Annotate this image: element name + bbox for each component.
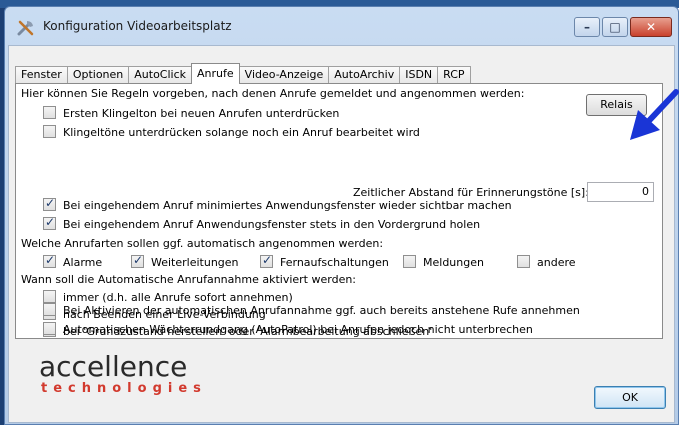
minimize-icon: – xyxy=(584,20,590,34)
checkbox-label: Bei Aktivieren der automatischen Anrufan… xyxy=(63,304,580,317)
checkbox[interactable] xyxy=(403,255,416,268)
checkbox[interactable] xyxy=(43,106,56,119)
checkbox[interactable] xyxy=(43,290,56,303)
tab-rcp[interactable]: RCP xyxy=(437,66,471,84)
close-icon: ✕ xyxy=(645,20,657,34)
tab-video-anzeige[interactable]: Video-Anzeige xyxy=(238,66,330,84)
checkbox-label: Alarme xyxy=(63,256,103,269)
rule-suppress-rings[interactable]: Klingeltöne unterdrücken solange noch ei… xyxy=(43,125,420,139)
maximize-button[interactable]: □ xyxy=(602,17,628,37)
checkbox-label: Weiterleitungen xyxy=(151,256,239,269)
reminder-interval-input[interactable]: 0 xyxy=(587,182,654,202)
window-title: Konfiguration Videoarbeitsplatz xyxy=(43,19,232,33)
call-type-meldungen[interactable]: Meldungen xyxy=(403,255,484,269)
checkbox-label: Automatischen Wächterrundgang (AutoPatro… xyxy=(63,323,533,336)
maximize-icon: □ xyxy=(609,20,621,34)
checkbox-label: Bei eingehendem Anruf minimiertes Anwend… xyxy=(63,199,512,212)
checkbox-label: andere xyxy=(537,256,576,269)
accellence-logo: accellence technologies xyxy=(39,352,207,396)
tab-autoclick[interactable]: AutoClick xyxy=(128,66,193,84)
checkbox-label: Fernaufschaltungen xyxy=(280,256,389,269)
rule-foreground-window[interactable]: Bei eingehendem Anruf Anwendungsfenster … xyxy=(43,215,481,231)
checkbox[interactable] xyxy=(260,253,273,268)
ok-button[interactable]: OK xyxy=(594,386,666,409)
call-type-fernaufschaltungen[interactable]: Fernaufschaltungen xyxy=(260,253,389,269)
rule-restore-window[interactable]: Bei eingehendem Anruf minimiertes Anwend… xyxy=(43,196,512,212)
checkbox[interactable] xyxy=(517,255,530,268)
checkbox-label: Meldungen xyxy=(423,256,484,269)
activation-always[interactable]: immer (d.h. alle Anrufe sofort annehmen) xyxy=(43,290,293,304)
checkbox[interactable] xyxy=(43,322,56,335)
checkbox-label: Klingeltöne unterdrücken solange noch ei… xyxy=(63,126,420,139)
config-window: Konfiguration Videoarbeitsplatz – □ ✕ Fe… xyxy=(4,6,679,425)
tab-anrufe[interactable]: Anrufe xyxy=(191,63,240,84)
checkbox[interactable] xyxy=(43,303,56,316)
checkbox-label: Bei eingehendem Anruf Anwendungsfenster … xyxy=(63,218,481,231)
checkbox[interactable] xyxy=(43,125,56,138)
option-accept-pending[interactable]: Bei Aktivieren der automatischen Anrufan… xyxy=(43,303,580,317)
checkbox[interactable] xyxy=(131,253,144,268)
call-type-alarme[interactable]: Alarme xyxy=(43,253,103,269)
minimize-button[interactable]: – xyxy=(574,17,600,37)
option-autopatrol[interactable]: Automatischen Wächterrundgang (AutoPatro… xyxy=(43,322,533,336)
intro-text: Hier können Sie Regeln vorgeben, nach de… xyxy=(21,87,525,100)
rule-first-ring[interactable]: Ersten Klingelton bei neuen Anrufen unte… xyxy=(43,106,339,120)
relais-button[interactable]: Relais xyxy=(586,94,647,116)
auto-accept-heading: Welche Anrufarten sollen ggf. automatisc… xyxy=(21,237,384,250)
activation-heading: Wann soll die Automatische Anrufannahme … xyxy=(21,273,357,286)
checkbox[interactable] xyxy=(43,253,56,268)
dialog-client-area: Fenster Optionen AutoClick Anrufe Video-… xyxy=(8,45,675,423)
title-bar[interactable]: Konfiguration Videoarbeitsplatz – □ ✕ xyxy=(5,7,678,45)
logo-wordmark: accellence xyxy=(39,350,188,383)
checkbox[interactable] xyxy=(43,215,56,230)
checkbox-label: Ersten Klingelton bei neuen Anrufen unte… xyxy=(63,107,340,120)
tab-isdn[interactable]: ISDN xyxy=(399,66,439,84)
call-type-weiterleitungen[interactable]: Weiterleitungen xyxy=(131,253,239,269)
call-type-andere[interactable]: andere xyxy=(517,255,576,269)
tab-autoarchiv[interactable]: AutoArchiv xyxy=(328,66,401,84)
tab-panel-anrufe: Hier können Sie Regeln vorgeben, nach de… xyxy=(15,83,663,339)
tab-strip: Fenster Optionen AutoClick Anrufe Video-… xyxy=(15,62,471,84)
checkbox[interactable] xyxy=(43,196,56,211)
tab-optionen[interactable]: Optionen xyxy=(66,66,130,84)
tools-icon xyxy=(17,20,34,36)
close-button[interactable]: ✕ xyxy=(630,17,672,37)
tab-fenster[interactable]: Fenster xyxy=(15,66,68,84)
logo-subtitle: technologies xyxy=(41,381,207,396)
